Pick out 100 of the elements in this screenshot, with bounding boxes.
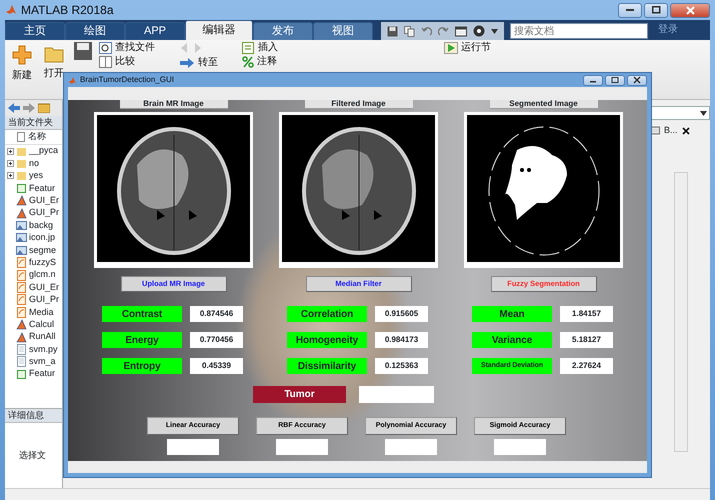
open-button[interactable]: 打开 xyxy=(44,66,64,81)
path-text: B... xyxy=(664,124,678,137)
matlab-file-icon xyxy=(16,319,27,330)
file-name[interactable]: __pyca xyxy=(29,145,58,158)
feature-value: 0.915605 xyxy=(375,306,428,322)
expand-icon[interactable] xyxy=(7,160,14,168)
feature-label: Contrast xyxy=(102,306,182,322)
file-name[interactable]: RunAll xyxy=(29,330,56,344)
file-name[interactable]: svm_a xyxy=(29,356,56,368)
window-icon xyxy=(455,26,467,36)
file-name[interactable]: segme xyxy=(29,244,56,257)
file-name[interactable]: no xyxy=(29,157,40,170)
login-link[interactable]: 登录 xyxy=(658,22,678,37)
feature-value: 0.984173 xyxy=(375,332,428,348)
script-file-icon xyxy=(16,306,27,318)
feature-label: Energy xyxy=(102,332,182,348)
close-button[interactable] xyxy=(670,2,710,18)
scrollbar[interactable] xyxy=(674,172,688,452)
file-name[interactable]: backg xyxy=(29,219,54,232)
page-icon xyxy=(17,132,25,142)
data-file-icon xyxy=(16,368,27,380)
accuracy-field xyxy=(385,439,437,455)
feature-label: Mean xyxy=(472,306,552,322)
folder-icon xyxy=(16,146,27,157)
maximize-button[interactable] xyxy=(605,74,625,86)
folder-icon xyxy=(44,45,64,63)
caret-icon[interactable] xyxy=(491,28,498,34)
search-field[interactable]: 搜索文档 xyxy=(510,23,648,39)
feature-label: Homogeneity xyxy=(287,332,367,348)
file-name[interactable]: GUI_Er xyxy=(29,281,60,294)
accuracy-field xyxy=(276,439,328,455)
folder-icon xyxy=(16,158,27,170)
path-dropdown[interactable] xyxy=(650,106,710,120)
ribbon-tab[interactable]: 编辑器 xyxy=(185,20,253,40)
maximize-icon xyxy=(609,76,621,84)
run-section-button[interactable]: 运行节 xyxy=(461,43,491,53)
close-icon xyxy=(631,76,643,84)
feature-value: 5.18127 xyxy=(560,332,613,348)
file-name[interactable]: GUI_Pr xyxy=(29,294,60,306)
panel-title: Brain MR Image xyxy=(120,100,228,109)
comment-button[interactable]: 注释 xyxy=(257,57,277,67)
file-name[interactable]: Featur xyxy=(29,182,56,195)
magnifier-icon xyxy=(99,42,112,54)
maximize-icon xyxy=(652,6,660,14)
play-icon xyxy=(444,42,458,54)
file-name[interactable]: icon.jp xyxy=(29,232,56,244)
new-button[interactable]: 新建 xyxy=(12,68,32,83)
text-file-icon xyxy=(16,356,27,368)
script-file-icon xyxy=(16,270,27,281)
compare-icon xyxy=(99,56,112,68)
window-title: MATLAB R2018a xyxy=(21,2,114,19)
file-name[interactable]: Featur xyxy=(29,368,56,380)
file-name[interactable]: yes xyxy=(29,170,44,182)
feature-value: 0.874546 xyxy=(190,306,243,322)
copy-icon xyxy=(404,26,415,36)
file-name[interactable]: svm.py xyxy=(29,343,58,356)
folder-icon[interactable] xyxy=(38,103,50,113)
file-name[interactable]: fuzzyS xyxy=(29,256,56,269)
file-name[interactable]: Media xyxy=(29,306,54,318)
compare-button[interactable]: 比较 xyxy=(115,57,135,67)
arrow-icon xyxy=(179,57,195,69)
file-name[interactable]: GUI_Er xyxy=(29,194,60,207)
panel-title: Filtered Image xyxy=(304,100,412,109)
ribbon-tab[interactable]: 视图 xyxy=(313,22,373,40)
ribbon-tab[interactable]: 发布 xyxy=(253,22,313,40)
file-name[interactable]: Calcul xyxy=(29,318,54,331)
panel-title: 当前文件夹 xyxy=(5,116,62,130)
expand-icon[interactable] xyxy=(7,148,14,155)
file-name[interactable]: GUI_Pr xyxy=(29,206,60,220)
find-files-button[interactable]: 查找文件 xyxy=(115,43,155,53)
result-label: Tumor xyxy=(253,386,346,403)
back-arrow-icon[interactable] xyxy=(8,103,20,113)
redo-icon xyxy=(438,26,449,36)
image-file-icon xyxy=(16,232,27,244)
panel-title: Segmented Image xyxy=(490,100,598,109)
ribbon-tab[interactable]: 主页 xyxy=(5,22,65,40)
feature-value: 0.770456 xyxy=(190,332,243,348)
script-file-icon xyxy=(16,282,27,293)
details-text: 选择文 xyxy=(19,449,47,462)
close-button[interactable] xyxy=(627,74,647,86)
undo-icon xyxy=(421,26,432,36)
ribbon-tab[interactable]: 绘图 xyxy=(65,22,125,40)
close-icon xyxy=(686,6,694,14)
minimize-button[interactable] xyxy=(618,2,642,18)
file-name[interactable]: glcm.n xyxy=(29,268,56,282)
feature-label: Variance xyxy=(472,332,552,348)
column-header[interactable]: 名称 xyxy=(28,130,46,144)
close-icon[interactable] xyxy=(682,126,690,135)
ribbon-tab[interactable]: APP xyxy=(125,22,185,40)
plus-icon xyxy=(12,45,32,65)
feature-value: 0.45339 xyxy=(190,358,243,374)
insert-button[interactable]: 插入 xyxy=(258,43,278,53)
go-to-button[interactable]: 转至 xyxy=(198,58,218,68)
expand-icon[interactable] xyxy=(7,172,14,180)
minimize-icon xyxy=(626,9,634,11)
feature-label: Correlation xyxy=(287,306,367,322)
feature-value: 0.125363 xyxy=(375,358,428,374)
maximize-button[interactable] xyxy=(644,2,668,18)
script-file-icon xyxy=(16,257,27,268)
minimize-button[interactable] xyxy=(583,74,603,86)
